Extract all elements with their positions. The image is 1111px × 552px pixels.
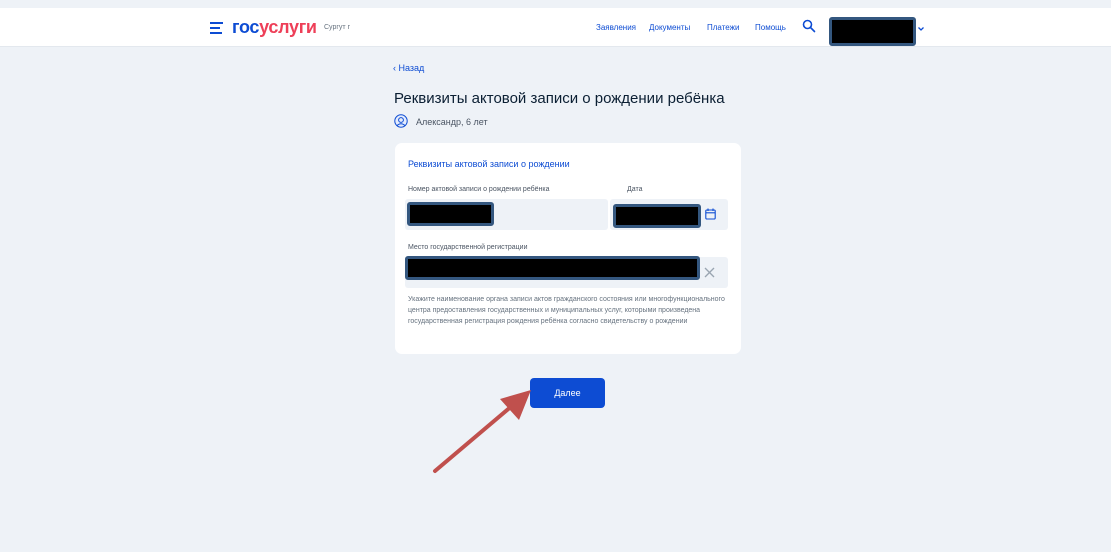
back-link[interactable]: ‹ Назад — [393, 63, 424, 73]
child-name: Александр, 6 лет — [416, 117, 488, 127]
search-icon[interactable] — [802, 19, 816, 33]
place-hint: Укажите наименование органа записи актов… — [408, 296, 725, 325]
nav-pomosch[interactable]: Помощь — [755, 23, 786, 32]
nav-zayavleniya[interactable]: Заявления — [596, 23, 636, 32]
place-redacted — [405, 256, 700, 280]
date-redacted — [613, 204, 701, 228]
date-label: Дата — [627, 186, 643, 193]
calendar-icon[interactable] — [705, 208, 716, 220]
next-button[interactable]: Далее — [530, 378, 605, 408]
menu-icon[interactable] — [210, 22, 223, 37]
record-number-redacted — [407, 202, 494, 226]
annotation-arrow-icon — [433, 390, 531, 473]
gosuslugi-logo[interactable]: госуслуги — [232, 17, 317, 38]
page-title: Реквизиты актовой записи о рождении ребё… — [394, 90, 725, 107]
user-profile-redacted[interactable] — [829, 17, 916, 46]
section-title: Реквизиты актовой записи о рождении — [408, 159, 570, 169]
form-card: Реквизиты актовой записи о рождении Номе… — [395, 143, 741, 354]
nav-dokumenty[interactable]: Документы — [649, 23, 690, 32]
clear-icon[interactable] — [704, 267, 715, 278]
top-header: госуслуги Сургут г Заявления Документы П… — [0, 8, 1111, 47]
city-selector[interactable]: Сургут г — [324, 24, 350, 31]
child-avatar-icon — [394, 114, 408, 128]
nav-platezhi[interactable]: Платежи — [707, 23, 739, 32]
record-number-label: Номер актовой записи о рождении ребёнка — [408, 186, 550, 193]
chevron-down-icon[interactable] — [917, 25, 925, 33]
place-label: Место государственной регистрации — [408, 244, 528, 251]
